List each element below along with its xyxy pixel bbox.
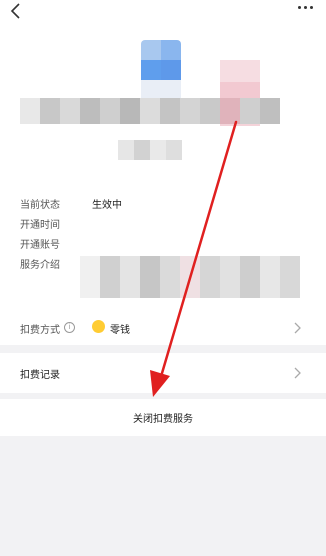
- merchant-subtitle-mosaic: [118, 140, 182, 160]
- close-billing-service-label: 关闭扣费服务: [133, 414, 193, 425]
- open-time-label: 开通时间: [20, 220, 60, 231]
- chevron-right-icon: [294, 367, 301, 379]
- status-label: 当前状态: [20, 200, 60, 211]
- info-icon[interactable]: i: [64, 322, 75, 333]
- chevron-right-icon: [294, 322, 301, 334]
- service-desc-mosaic: [80, 256, 300, 298]
- wallet-coin-icon: [92, 320, 105, 333]
- billing-records-label: 扣费记录: [20, 370, 60, 381]
- merchant-logo: [141, 40, 181, 100]
- back-icon[interactable]: [8, 2, 26, 20]
- close-billing-service-button[interactable]: 关闭扣费服务: [0, 399, 326, 436]
- service-detail-card: 当前状态 生效中 开通时间 开通账号 服务介绍 扣费方式 i 零钱: [0, 0, 326, 345]
- payment-method-label: 扣费方式: [20, 325, 60, 336]
- merchant-name-mosaic: [20, 98, 280, 124]
- payment-method-row[interactable]: 扣费方式 i 零钱: [0, 313, 326, 343]
- payment-method-value: 零钱: [110, 325, 130, 336]
- service-desc-label: 服务介绍: [20, 260, 60, 271]
- open-account-label: 开通账号: [20, 240, 60, 251]
- billing-records-row[interactable]: 扣费记录: [0, 353, 326, 393]
- status-value: 生效中: [92, 200, 122, 211]
- more-icon[interactable]: [296, 2, 316, 14]
